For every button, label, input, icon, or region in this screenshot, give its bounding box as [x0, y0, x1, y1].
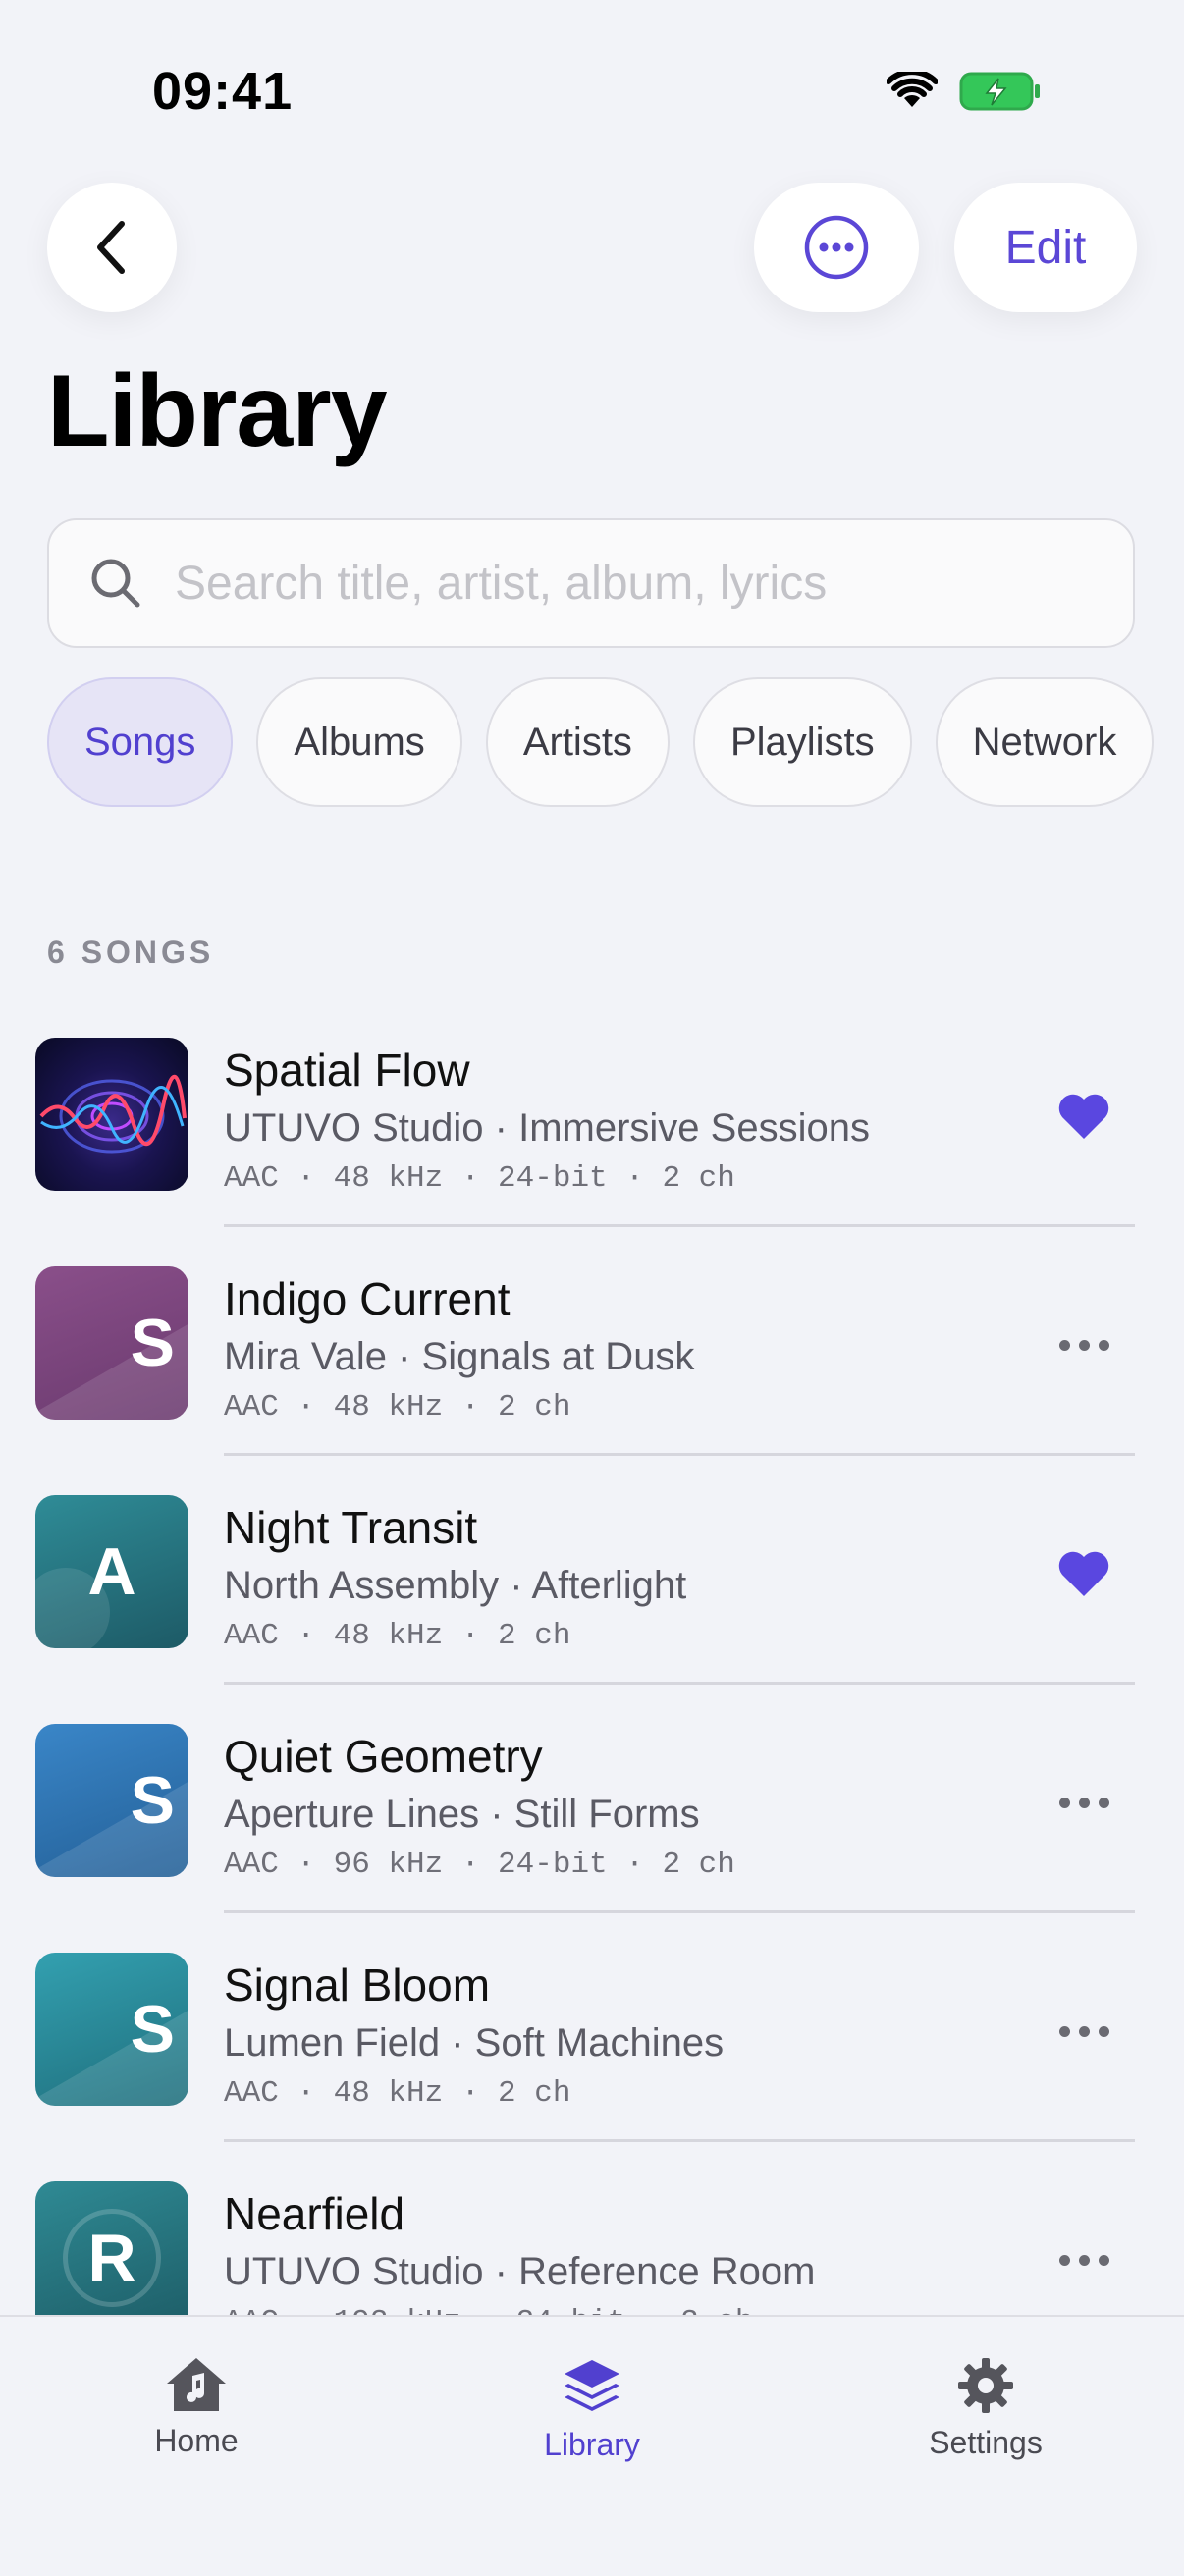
search-field[interactable]	[47, 518, 1135, 648]
song-subtitle: Aperture Lines · Still Forms	[224, 1793, 700, 1836]
stack-icon	[565, 2360, 619, 2411]
ellipsis-icon	[1058, 2254, 1109, 2266]
ellipsis-icon	[1058, 1797, 1109, 1808]
tab-settings[interactable]: Settings	[868, 2356, 1103, 2461]
chip-albums[interactable]: Albums	[256, 677, 462, 807]
more-button[interactable]	[1045, 1306, 1123, 1384]
back-button[interactable]	[47, 183, 177, 312]
album-art: S	[35, 1953, 188, 2106]
divider	[224, 1682, 1135, 1685]
tab-label: Settings	[929, 2425, 1043, 2460]
more-button[interactable]	[1045, 1992, 1123, 2070]
song-subtitle: UTUVO Studio · Immersive Sessions	[224, 1106, 870, 1150]
song-format: AAC · 48 kHz · 24-bit · 2 ch	[224, 1161, 735, 1196]
divider	[224, 2139, 1135, 2142]
song-subtitle: Lumen Field · Soft Machines	[224, 2021, 725, 2065]
tab-label: Home	[154, 2423, 239, 2458]
chip-label: Songs	[84, 720, 196, 764]
album-art: A	[35, 1495, 188, 1648]
song-format: AAC · 48 kHz · 2 ch	[224, 1619, 571, 1653]
chip-network[interactable]: Network	[935, 677, 1155, 807]
song-row[interactable]: Spatial Flow UTUVO Studio · Immersive Se…	[0, 1038, 1184, 1266]
section-header: 6 SONGS	[47, 935, 215, 970]
album-art-letter: S	[130, 1992, 175, 2066]
page-title: Library	[47, 354, 388, 468]
chip-playlists[interactable]: Playlists	[692, 677, 912, 807]
divider	[224, 1224, 1135, 1227]
album-art: R	[35, 2181, 188, 2334]
ellipsis-icon	[1058, 1339, 1109, 1351]
song-format: AAC · 96 kHz · 24-bit · 2 ch	[224, 1848, 735, 1882]
favorite-button[interactable]	[1045, 1077, 1123, 1155]
song-format: AAC · 48 kHz · 2 ch	[224, 2076, 571, 2111]
filter-chips: Songs Albums Artists Playlists Network	[47, 677, 1155, 807]
edit-button[interactable]: Edit	[954, 183, 1137, 312]
ellipsis-circle-icon	[804, 215, 869, 280]
edit-label: Edit	[1004, 221, 1087, 274]
favorite-button[interactable]	[1045, 1534, 1123, 1613]
album-art: S	[35, 1724, 188, 1877]
tab-home[interactable]: Home	[79, 2356, 314, 2459]
chip-songs[interactable]: Songs	[47, 677, 234, 807]
status-time: 09:41	[152, 62, 294, 121]
chip-label: Albums	[294, 720, 425, 764]
divider	[224, 1453, 1135, 1456]
more-options-button[interactable]	[754, 183, 919, 312]
song-subtitle: North Assembly · Afterlight	[224, 1564, 687, 1607]
wifi-icon	[887, 72, 938, 107]
song-row[interactable]: S Indigo Current Mira Vale · Signals at …	[0, 1266, 1184, 1495]
home-music-icon	[167, 2358, 226, 2411]
song-title: Quiet Geometry	[224, 1731, 543, 1782]
song-row[interactable]: A Night Transit North Assembly · Afterli…	[0, 1495, 1184, 1724]
song-subtitle: UTUVO Studio · Reference Room	[224, 2250, 816, 2293]
heart-filled-icon	[1058, 1094, 1109, 1139]
chevron-left-icon	[97, 221, 125, 274]
album-art-letter: A	[87, 1534, 136, 1609]
chip-artists[interactable]: Artists	[485, 677, 670, 807]
album-art-letter: S	[130, 1306, 175, 1380]
heart-filled-icon	[1058, 1551, 1109, 1596]
tab-library[interactable]: Library	[474, 2356, 710, 2463]
song-format: AAC · 48 kHz · 2 ch	[224, 1390, 571, 1424]
more-button[interactable]	[1045, 2221, 1123, 2299]
tab-bar: Home Library Settings	[0, 2315, 1184, 2576]
status-icons	[887, 71, 1042, 112]
chip-label: Network	[972, 720, 1117, 764]
more-button[interactable]	[1045, 1763, 1123, 1842]
song-subtitle: Mira Vale · Signals at Dusk	[224, 1335, 695, 1378]
ellipsis-icon	[1058, 2025, 1109, 2037]
song-row[interactable]: S Quiet Geometry Aperture Lines · Still …	[0, 1724, 1184, 1953]
search-input[interactable]	[173, 555, 1119, 612]
tab-label: Library	[544, 2427, 640, 2462]
album-art-letter: S	[130, 1763, 175, 1838]
album-art	[35, 1038, 188, 1191]
search-icon	[91, 559, 140, 608]
album-art-letter: R	[87, 2221, 136, 2295]
song-title: Indigo Current	[224, 1273, 511, 1324]
song-title: Signal Bloom	[224, 1959, 491, 2011]
song-title: Nearfield	[224, 2188, 405, 2239]
song-row[interactable]: S Signal Bloom Lumen Field · Soft Machin…	[0, 1953, 1184, 2181]
gear-icon	[958, 2358, 1013, 2413]
divider	[224, 1910, 1135, 1913]
battery-charging-icon	[959, 72, 1040, 111]
album-art: S	[35, 1266, 188, 1420]
song-title: Spatial Flow	[224, 1045, 470, 1096]
chip-label: Artists	[522, 720, 632, 764]
song-title: Night Transit	[224, 1502, 478, 1553]
chip-label: Playlists	[729, 720, 875, 764]
